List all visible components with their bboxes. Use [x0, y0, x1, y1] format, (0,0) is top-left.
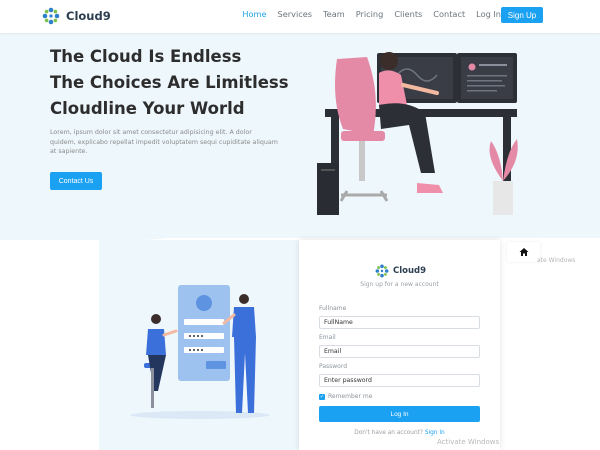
- login-button[interactable]: Log In: [319, 406, 480, 422]
- nav-services[interactable]: Services: [278, 9, 313, 19]
- nav-home[interactable]: Home: [242, 9, 266, 19]
- navbar: Cloud9 Home Services Team Pricing Client…: [0, 0, 600, 33]
- nav-pricing[interactable]: Pricing: [356, 9, 384, 19]
- right-panel: [509, 240, 600, 450]
- form-brand-name: Cloud9: [393, 266, 427, 276]
- remember-me: ✓ Remember me: [319, 393, 372, 400]
- brand-name: Cloud9: [66, 9, 111, 23]
- signup-button[interactable]: Sign Up: [501, 7, 543, 23]
- nav-login[interactable]: Log In: [476, 9, 501, 19]
- remember-checkbox[interactable]: ✓: [319, 393, 325, 400]
- form-logo: Cloud9: [375, 264, 426, 278]
- form-subtitle: Sign up for a new account: [360, 281, 439, 288]
- nav-clients[interactable]: Clients: [394, 9, 422, 19]
- signin-prompt: Don't have an account? Sign In: [299, 430, 500, 436]
- home-icon: [519, 248, 528, 256]
- email-label: Email: [319, 334, 336, 341]
- contact-us-button[interactable]: Contact Us: [50, 172, 102, 190]
- password-input[interactable]: Enter password: [319, 374, 480, 387]
- hero-headline-3: Cloudline Your World: [50, 99, 245, 118]
- brand[interactable]: Cloud9: [42, 6, 111, 26]
- nav-contact[interactable]: Contact: [433, 9, 465, 19]
- home-button[interactable]: [507, 242, 540, 262]
- nav-team[interactable]: Team: [323, 9, 345, 19]
- gamer-desk-illustration: [317, 52, 518, 215]
- password-label: Password: [319, 363, 348, 370]
- cloud9-logo-icon: [375, 264, 389, 278]
- cloud9-logo-icon: [42, 7, 60, 25]
- email-input[interactable]: Email: [319, 345, 480, 358]
- windows-watermark-bottom: Activate Windows: [437, 438, 500, 446]
- signin-prompt-text: Don't have an account?: [354, 430, 423, 436]
- hero-description: Lorem, ipsum dolor sit amet consectetur …: [50, 129, 278, 155]
- fullname-input[interactable]: FullName: [319, 316, 480, 329]
- main-nav: Home Services Team Pricing Clients Conta…: [242, 9, 501, 19]
- hero-headline-2: The Choices Are Limitless: [50, 73, 289, 92]
- signin-link[interactable]: Sign In: [425, 430, 445, 436]
- signup-form-card: Cloud9 Sign up for a new account Fullnam…: [299, 240, 500, 450]
- check-icon: ✓: [319, 393, 325, 400]
- remember-label: Remember me: [328, 393, 373, 400]
- signup-illustration: [130, 285, 270, 419]
- fullname-label: Fullname: [319, 305, 347, 312]
- hero-headline-1: The Cloud Is Endless: [50, 47, 242, 66]
- windows-watermark-top: ate Windows: [537, 257, 576, 264]
